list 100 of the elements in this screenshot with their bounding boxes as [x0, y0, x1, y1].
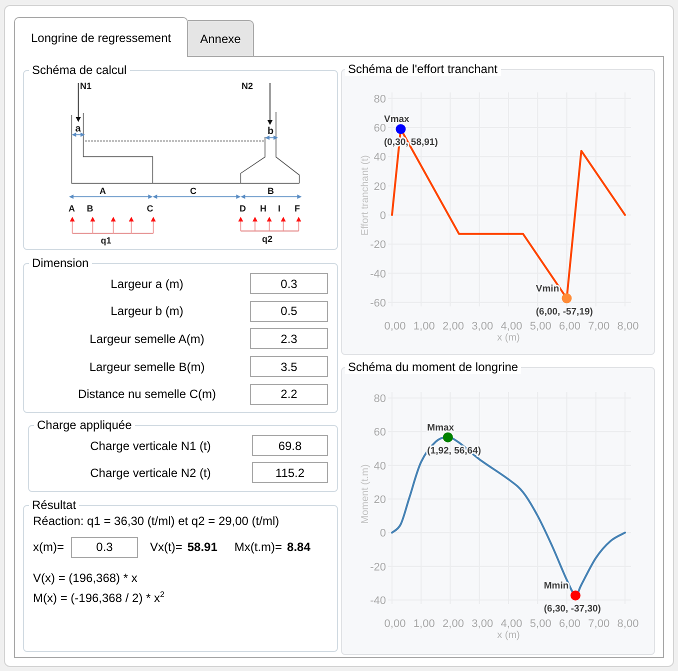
result-label: Vx(t)= — [150, 540, 182, 554]
result-value: 58.91 — [187, 540, 218, 554]
axis-tick-label: -20 — [370, 239, 386, 252]
point-label: I — [278, 204, 281, 214]
input-field[interactable]: 2.3 — [250, 328, 328, 350]
load-arrow — [76, 82, 81, 122]
load-label: N2 — [242, 81, 254, 91]
field-label: Largeur semelle A(m) — [90, 332, 204, 346]
axis-tick-label: 4,00 — [500, 618, 522, 630]
axis-tick-label: 60 — [374, 426, 386, 439]
reaction-label: q2 — [262, 234, 273, 244]
axis-tick-label: 80 — [374, 93, 386, 106]
axis-tick-label: 5,00 — [530, 618, 552, 630]
axis-tick-label: 0 — [380, 528, 386, 540]
axis-tick-label: 6,00 — [559, 618, 580, 630]
input-field[interactable]: 0.3 — [71, 536, 138, 558]
input-field[interactable]: 2.2 — [250, 384, 328, 405]
tab[interactable]: Annexe — [188, 20, 254, 56]
point-label: F — [294, 204, 300, 214]
panel-title: Charge appliquée — [36, 418, 133, 432]
axis-tick-label: -20 — [370, 561, 386, 574]
axis-tick-label: 8,00 — [617, 320, 639, 332]
result-label: x(m)= — [33, 540, 64, 554]
span-label: C — [190, 186, 197, 196]
span-label: B — [267, 186, 274, 196]
input-field[interactable]: 3.5 — [250, 356, 328, 378]
axis-tick-label: 40 — [374, 460, 386, 472]
annotation-label: Mmin — [544, 580, 569, 592]
axis-tick-label: 6,00 — [559, 320, 580, 332]
axis-tick-label: 5,00 — [530, 320, 552, 332]
reaction-text: Réaction: q1 = 36,30 (t/ml) et q2 = 29,00 (t/ml) — [33, 513, 280, 530]
axis-tick-label: 3,00 — [472, 320, 494, 332]
reaction-arrow — [280, 216, 286, 232]
axis-tick-label: 7,00 — [588, 618, 610, 630]
reaction-arrow — [70, 216, 75, 234]
reaction-arrow — [296, 216, 302, 232]
field-label: Charge verticale N1 (t) — [90, 438, 211, 452]
field-label: Distance nu semelle C(m) — [78, 387, 216, 402]
axis-tick-label: 40 — [374, 152, 386, 164]
formula-text: V(x) = (196,368) * x — [33, 570, 138, 587]
axis-tick-label: -60 — [370, 297, 386, 310]
reaction-label: q1 — [100, 236, 112, 246]
axis-tick-label: 0,00 — [384, 618, 406, 630]
load-label: N1 — [80, 81, 92, 91]
axis-tick-label: -40 — [370, 595, 386, 607]
axis-tick-label: 3,00 — [472, 618, 494, 630]
reaction-arrow — [128, 216, 134, 234]
field-label: Charge verticale N2 (t) — [90, 466, 211, 480]
dimension-arrow — [72, 132, 85, 137]
axis-tick-label: 7,00 — [588, 320, 610, 332]
axis-tick-label: 80 — [374, 393, 386, 405]
load-arrow — [267, 82, 273, 125]
axis-tick-label: 4,00 — [500, 320, 522, 332]
span-label: A — [99, 186, 106, 196]
point-label: H — [260, 204, 267, 214]
axis-tick-label: 1,00 — [413, 320, 435, 332]
axis-tick-label: 2,00 — [442, 618, 464, 630]
reaction-bracket-line — [240, 230, 300, 232]
result-label: Mx(t.m)= — [234, 540, 282, 554]
point-label: C — [146, 204, 154, 214]
annotation-label: Vmin — [536, 283, 560, 294]
reaction-arrow — [90, 216, 96, 234]
input-field[interactable]: 0.3 — [250, 273, 328, 294]
annotation-label: (6,30, -37,30) — [544, 603, 601, 614]
tab[interactable]: Longrine de regressement — [14, 17, 188, 57]
axis-tick-label: 8,00 — [617, 618, 639, 630]
axis-tick-label: -40 — [370, 268, 386, 280]
annotation-label: Mmax — [427, 422, 454, 434]
dimension-arrow — [265, 136, 278, 140]
result-value: 8.84 — [287, 540, 310, 554]
axis-title: Effort tranchant (t) — [360, 155, 371, 236]
formula-text: M(x) = (-196,368 / 2) * x$^{2}$ — [33, 589, 164, 607]
panel-title: Schéma du moment de longrine — [345, 360, 522, 374]
reaction-arrow — [110, 216, 116, 234]
reaction-arrow — [252, 216, 258, 232]
reaction-arrow — [150, 216, 156, 234]
panel-title: Schéma de calcul — [31, 63, 128, 77]
panel-title: Schéma de l'effort tranchant — [345, 62, 500, 76]
axis-tick-label: 0,00 — [384, 320, 406, 332]
axis-tick-label: 2,00 — [442, 320, 464, 332]
reaction-arrow — [266, 216, 272, 232]
axis-title: x (m) — [497, 630, 520, 641]
axis-tick-label: 60 — [374, 122, 386, 135]
field-label: Largeur b (m) — [110, 304, 184, 318]
input-field[interactable]: 0.5 — [250, 300, 328, 322]
field-label: Largeur a (m) — [110, 276, 184, 291]
axis-title: x (m) — [497, 332, 520, 344]
axis-tick-label: 0 — [380, 210, 386, 222]
width-label: b — [267, 126, 274, 137]
input-field[interactable]: 115.2 — [252, 462, 328, 483]
axis-tick-label: 1,00 — [413, 618, 435, 630]
annotation-label: Vmax — [384, 114, 410, 126]
axis-tick-label: 20 — [374, 180, 386, 193]
reaction-arrow — [238, 216, 244, 232]
panel-title: Résultat — [31, 498, 78, 512]
panel-title: Dimension — [31, 256, 90, 270]
input-field[interactable]: 69.8 — [252, 435, 328, 456]
annotation-label: (6,00, -57,19) — [536, 306, 593, 318]
point-label: B — [86, 204, 94, 214]
width-label: a — [75, 124, 81, 134]
